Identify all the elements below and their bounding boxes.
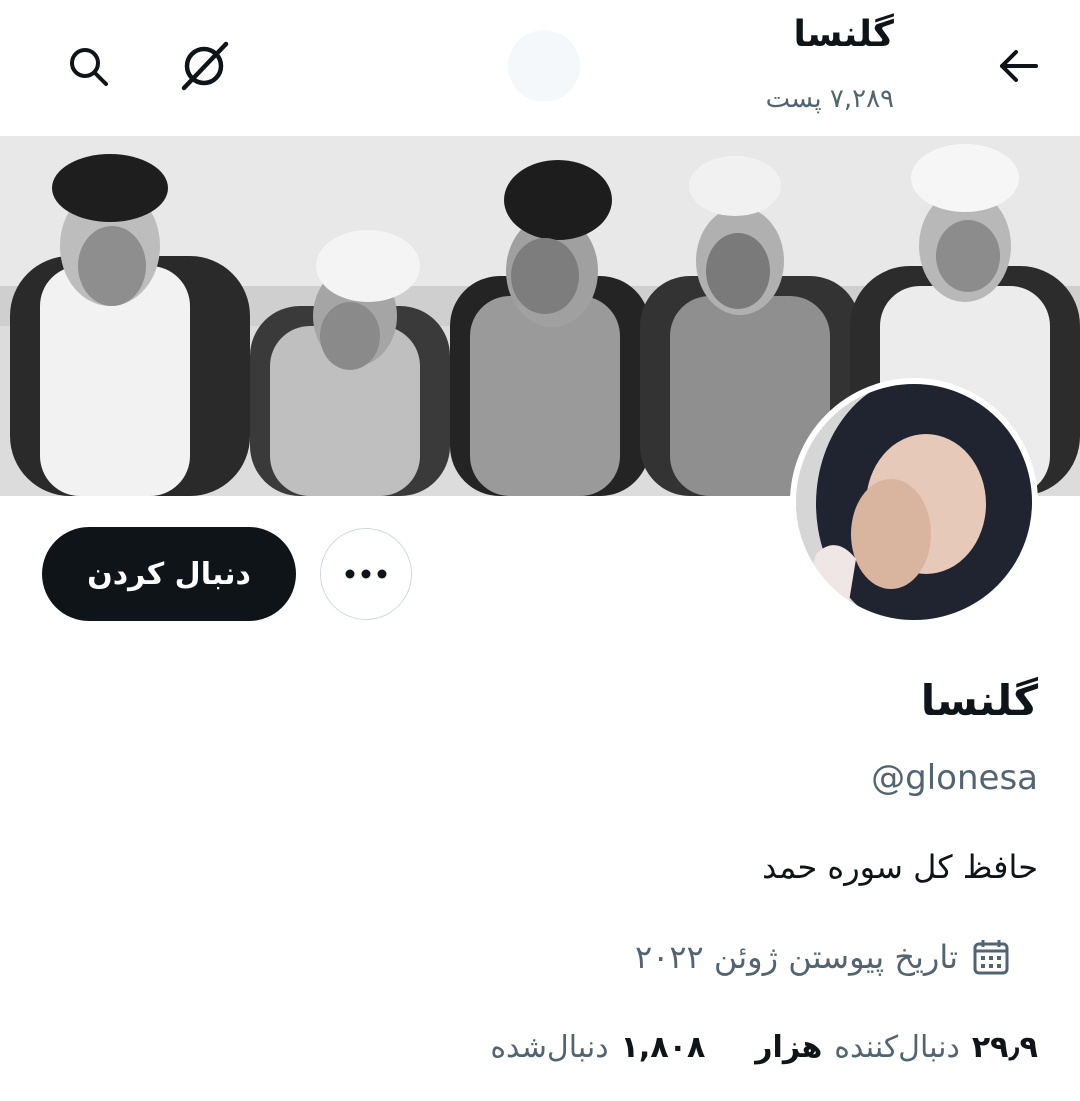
post-count: ۷,۲۸۹ پست (765, 84, 894, 114)
search-icon (70, 48, 108, 86)
following-label: دنبال‌شده (490, 1030, 609, 1065)
display-name: گلنسا (920, 676, 1038, 725)
faint-logo (508, 30, 580, 102)
page-title: گلنسا (793, 14, 894, 55)
bio: حافظ کل سوره حمد (762, 848, 1038, 886)
avatar-photo (796, 384, 1032, 620)
arrow-left-icon (1000, 50, 1038, 82)
top-bar: گلنسا ۷,۲۸۹ پست (0, 0, 1080, 136)
search-button[interactable] (56, 34, 120, 98)
grok-button[interactable] (172, 34, 236, 98)
calendar-icon (973, 940, 1009, 975)
followers-label: دنبال‌کننده (834, 1030, 960, 1065)
follow-button[interactable]: دنبال کردن (42, 527, 296, 621)
following-stat[interactable]: دنبال‌شده ۱,۸۰۸ (490, 1030, 705, 1065)
joined-text: تاریخ پیوستن ژوئن ۲۰۲۲ (634, 938, 958, 976)
handle: @glonesa (871, 758, 1038, 798)
follow-stats: دنبال‌شده ۱,۸۰۸ هزار دنبال‌کننده ۲۹٫۹ (490, 1030, 1038, 1065)
back-button[interactable] (986, 34, 1050, 98)
slashed-circle-icon (181, 41, 229, 91)
followers-count: ۲۹٫۹ (971, 1030, 1038, 1065)
avatar[interactable] (790, 378, 1038, 626)
followers-unit: هزار (755, 1030, 823, 1065)
joined-date: تاریخ پیوستن ژوئن ۲۰۲۲ (635, 938, 1010, 976)
more-options-button[interactable] (320, 528, 412, 620)
following-count: ۱,۸۰۸ (620, 1030, 706, 1065)
followers-stat[interactable]: هزار دنبال‌کننده ۲۹٫۹ (755, 1030, 1038, 1065)
ellipsis-icon (345, 569, 387, 579)
